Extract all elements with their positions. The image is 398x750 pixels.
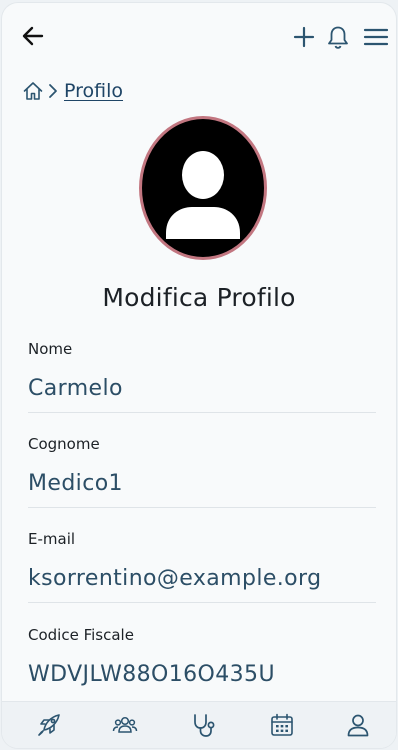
- bottom-navigation: [2, 701, 396, 748]
- chevron-right-icon: [46, 83, 60, 99]
- avatar[interactable]: [139, 116, 267, 260]
- bell-icon[interactable]: [324, 23, 352, 51]
- field-value[interactable]: Carmelo: [28, 376, 376, 413]
- codice-fiscale-field: Codice Fiscale WDVJLW88O16O435U: [28, 626, 376, 698]
- app-screen: Profilo Modifica Profilo Nome Carmelo Co…: [2, 3, 396, 748]
- top-bar: [2, 3, 396, 65]
- users-icon[interactable]: [111, 711, 139, 739]
- breadcrumb: Profilo: [22, 77, 123, 105]
- field-label: Nome: [28, 340, 73, 358]
- calendar-icon[interactable]: [268, 711, 296, 739]
- breadcrumb-link-profilo[interactable]: Profilo: [64, 80, 123, 102]
- field-label: Codice Fiscale: [28, 626, 134, 644]
- page-title: Modifica Profilo: [102, 283, 296, 312]
- stethoscope-icon[interactable]: [190, 711, 218, 739]
- arrow-left-icon[interactable]: [20, 23, 46, 49]
- email-field: E-mail ksorrentino@example.org: [28, 530, 376, 603]
- home-icon[interactable]: [22, 80, 44, 102]
- menu-icon[interactable]: [362, 23, 390, 51]
- field-value[interactable]: WDVJLW88O16O435U: [28, 662, 376, 698]
- field-label: E-mail: [28, 530, 76, 548]
- cognome-field: Cognome Medico1: [28, 435, 376, 508]
- field-label: Cognome: [28, 435, 100, 453]
- nome-field: Nome Carmelo: [28, 340, 376, 413]
- rocket-icon[interactable]: [35, 711, 63, 739]
- plus-icon[interactable]: [290, 23, 318, 51]
- user-silhouette-icon: [166, 151, 240, 239]
- field-value[interactable]: Medico1: [28, 471, 376, 508]
- field-value[interactable]: ksorrentino@example.org: [28, 566, 376, 603]
- user-icon[interactable]: [344, 711, 372, 739]
